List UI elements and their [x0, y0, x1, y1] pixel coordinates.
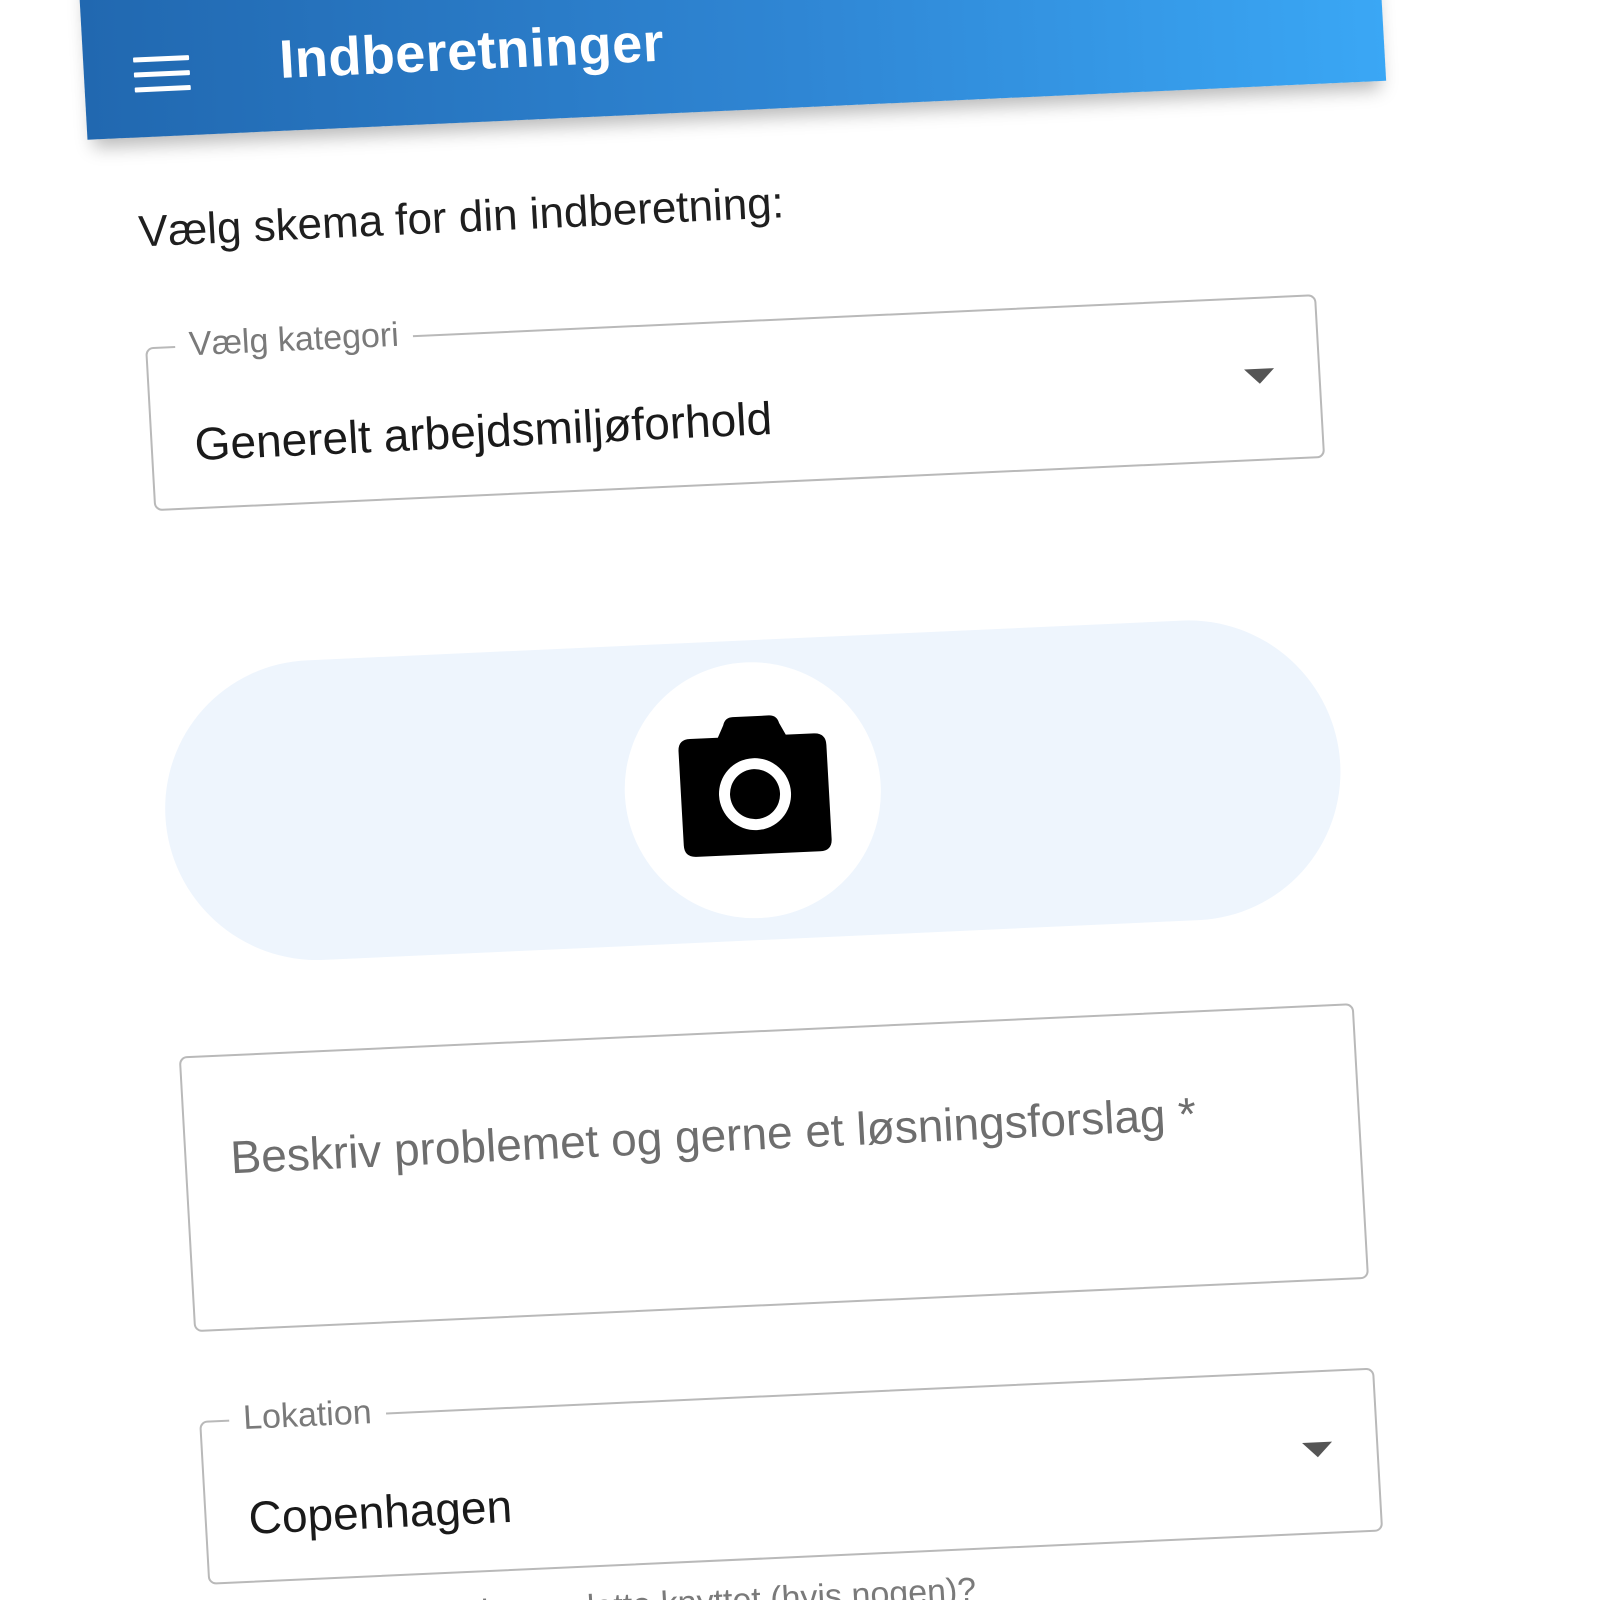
chevron-down-icon[interactable] [1244, 368, 1275, 385]
menu-line [134, 85, 191, 93]
app-bar: Indberetninger [78, 0, 1387, 140]
location-label: Lokation [228, 1392, 387, 1439]
location-select[interactable]: Lokation Copenhagen [199, 1367, 1384, 1585]
menu-icon[interactable] [132, 55, 191, 97]
category-select[interactable]: Vælg kategori Generelt arbejdsmiljøforho… [145, 294, 1326, 512]
menu-line [133, 70, 191, 78]
description-placeholder: Beskriv problemet og gerne et løsningsfo… [229, 1087, 1198, 1184]
description-textarea[interactable]: Beskriv problemet og gerne et løsningsfo… [178, 1003, 1370, 1333]
category-value: Generelt arbejdsmiljøforhold [193, 392, 774, 471]
location-value: Copenhagen [247, 1479, 514, 1544]
page-title: Indberetninger [277, 12, 666, 90]
camera-button-circle[interactable] [617, 656, 888, 924]
app-container: Indberetninger Vælg skema for din indber… [78, 0, 1472, 1600]
menu-line [132, 55, 190, 63]
category-label: Vælg kategori [174, 315, 414, 365]
chevron-down-icon[interactable] [1302, 1441, 1333, 1458]
camera-icon [678, 715, 832, 857]
photo-upload-button[interactable] [157, 613, 1349, 967]
form-prompt: Vælg skema for din indberetning: [137, 178, 786, 257]
screen: Indberetninger Vælg skema for din indber… [0, 0, 1600, 1600]
